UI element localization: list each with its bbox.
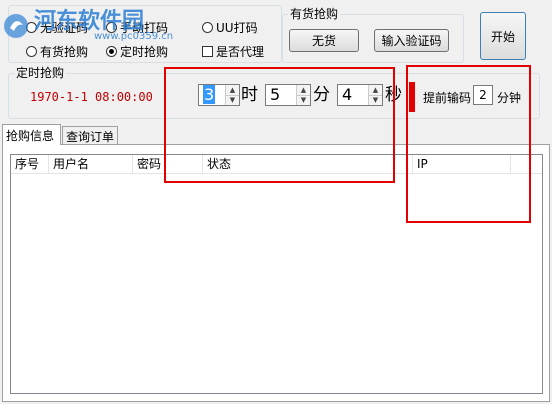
radio-label: 有货抢购 [40,44,89,59]
watermark-logo-icon [4,14,28,38]
watermark-url: www.pc0359.cn [94,31,174,42]
radio-in-stock[interactable]: 有货抢购 [26,43,88,59]
enter-captcha-button[interactable]: 输入验证码 [374,29,449,52]
annotation-box-timer [164,67,395,183]
column-header-username[interactable]: 用户名 [49,155,133,173]
watermark-text: 河东软件园 [34,8,145,34]
checkbox-box [202,45,213,57]
radio-dot [202,21,213,33]
watermark: 河东软件园 www.pc0359.cn [2,10,173,42]
column-header-index[interactable]: 序号 [11,155,49,173]
tab-purchase-info[interactable]: 抢购信息 [2,124,61,145]
timer-group-title: 定时抢购 [14,66,67,80]
radio-dot [26,45,37,57]
radio-dot-checked [106,45,117,57]
stock-status-button[interactable]: 无货 [289,29,359,52]
timer-datetime: 1970-1-1 08:00:00 [30,90,153,104]
checkbox-label: 是否代理 [216,44,265,59]
tab-query-orders[interactable]: 查询订单 [62,126,118,145]
start-button[interactable]: 开始 [480,12,526,60]
stock-group-title: 有货抢购 [288,7,341,21]
radio-timed[interactable]: 定时抢购 [106,43,168,59]
proxy-checkbox[interactable]: 是否代理 [202,43,264,59]
annotation-box-advance [406,65,531,223]
radio-label: 定时抢购 [120,44,169,59]
radio-label: UU打码 [216,20,258,35]
annotation-marker [409,82,415,112]
radio-uu-captcha[interactable]: UU打码 [202,19,258,35]
